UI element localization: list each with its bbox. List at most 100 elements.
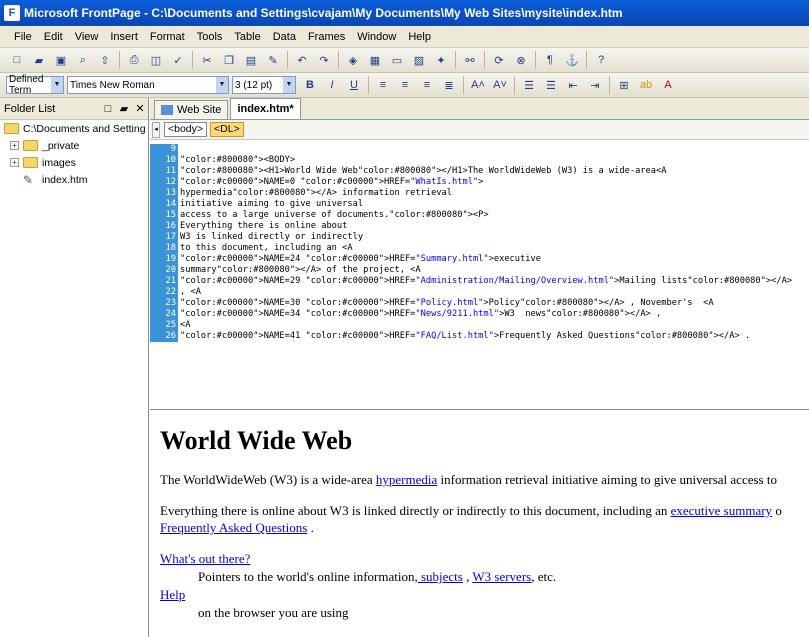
menu-table[interactable]: Table [228,29,266,45]
cut-icon[interactable]: ✂ [198,51,216,69]
bold-button[interactable]: B [301,76,319,94]
tree-item-index[interactable]: ✎ index.htm [0,171,148,188]
save-icon[interactable]: ▣ [52,51,70,69]
hyperlink-icon[interactable]: ⚯ [461,51,479,69]
link-w3-servers[interactable]: W3 servers [472,569,531,584]
align-right-icon[interactable]: ≡ [418,76,436,94]
insert-table-icon[interactable]: ▦ [366,51,384,69]
decrease-font-icon[interactable]: A˅ [491,76,509,94]
code-line[interactable]: 20 summary"color:#800080"></A> of the pro… [150,265,809,276]
preview-icon[interactable]: ◫ [147,51,165,69]
menu-edit[interactable]: Edit [38,29,69,45]
code-line[interactable]: 16 Everything there is online about [150,221,809,232]
increase-font-icon[interactable]: A˄ [469,76,487,94]
copy-icon[interactable]: ❐ [220,51,238,69]
code-line[interactable]: 11 "color:#800080"><H1>World Wide Web"col… [150,166,809,177]
menu-tools[interactable]: Tools [191,29,229,45]
chevron-left-icon[interactable]: ◂ [152,121,160,138]
new-page-icon[interactable]: □ [100,103,116,115]
expand-icon[interactable]: + [10,158,19,167]
redo-icon[interactable]: ↷ [315,51,333,69]
increase-indent-icon[interactable]: ⇥ [586,76,604,94]
search-icon[interactable]: ⌕ [74,51,92,69]
link-hypermedia[interactable]: hypermedia [376,472,437,487]
open-icon[interactable]: ▰ [30,51,48,69]
decrease-indent-icon[interactable]: ⇤ [564,76,582,94]
help-icon[interactable]: ? [592,51,610,69]
chevron-down-icon[interactable]: ▼ [51,77,63,93]
font-size-select[interactable]: 3 (12 pt) ▼ [232,76,296,94]
code-line[interactable]: 9 [150,144,809,155]
link-subjects[interactable]: subjects [418,569,463,584]
drawing-icon[interactable]: ✦ [432,51,450,69]
expand-icon[interactable]: + [10,141,19,150]
font-color-icon[interactable]: A [659,76,677,94]
menu-view[interactable]: View [69,29,105,45]
stop-icon[interactable]: ⊗ [512,51,530,69]
italic-button[interactable]: I [323,76,341,94]
close-icon[interactable]: ✕ [132,102,148,115]
chevron-down-icon[interactable]: ▼ [216,77,228,93]
tag-dl[interactable]: <DL> [210,122,244,137]
borders-icon[interactable]: ⊞ [615,76,633,94]
menu-insert[interactable]: Insert [104,29,144,45]
code-line[interactable]: 13 hypermedia"color:#800080"></A> informa… [150,188,809,199]
print-icon[interactable]: ⎙ [125,51,143,69]
insert-layer-icon[interactable]: ▭ [388,51,406,69]
code-line[interactable]: 22, <A [150,287,809,298]
code-line[interactable]: 14 initiative aiming to give universal [150,199,809,210]
show-all-icon[interactable]: ¶ [541,51,559,69]
publish-icon[interactable]: ⇧ [96,51,114,69]
font-select[interactable]: Times New Roman ▼ [67,76,229,94]
align-center-icon[interactable]: ≡ [396,76,414,94]
menu-help[interactable]: Help [402,29,437,45]
style-select[interactable]: Defined Term ▼ [6,74,64,96]
underline-button[interactable]: U [345,76,363,94]
code-line[interactable]: 15 access to a large universe of document… [150,210,809,221]
code-line[interactable]: 24 "color:#c00000">NAME=34 "color:#c00000… [150,309,809,320]
code-line[interactable]: 21 "color:#c00000">NAME=29 "color:#c00000… [150,276,809,287]
code-line[interactable]: 12 "color:#c00000">NAME=0 "color:#c00000"… [150,177,809,188]
code-view[interactable]: 9 10 "color:#800080"><BODY> 11 "color:#80008… [150,140,809,410]
tag-body[interactable]: <body> [164,122,208,137]
design-view[interactable]: World Wide Web The WorldWideWeb (W3) is … [150,410,809,622]
bullets-icon[interactable]: ☰ [542,76,560,94]
link-executive-summary[interactable]: executive summary [671,503,772,518]
highlight-icon[interactable]: ab [637,76,655,94]
insert-picture-icon[interactable]: ▨ [410,51,428,69]
menu-window[interactable]: Window [351,29,402,45]
menu-format[interactable]: Format [144,29,191,45]
code-line[interactable]: 26 "color:#c00000">NAME=41 "color:#c00000… [150,331,809,342]
code-line[interactable]: 10 "color:#800080"><BODY> [150,155,809,166]
layout-tables-icon[interactable]: ⚓ [563,51,581,69]
align-left-icon[interactable]: ≡ [374,76,392,94]
tree-item-images[interactable]: + images [0,154,148,171]
link-help[interactable]: Help [160,587,185,602]
tree-item-private[interactable]: + _private [0,137,148,154]
refresh-icon[interactable]: ⟳ [490,51,508,69]
menu-frames[interactable]: Frames [302,29,351,45]
spelling-icon[interactable]: ✓ [169,51,187,69]
code-line[interactable]: 19 "color:#c00000">NAME=24 "color:#c00000… [150,254,809,265]
new-page-icon[interactable]: □ [8,51,26,69]
paste-icon[interactable]: ▤ [242,51,260,69]
format-painter-icon[interactable]: ✎ [264,51,282,69]
code-line[interactable]: 23 "color:#c00000">NAME=30 "color:#c00000… [150,298,809,309]
code-line[interactable]: 18 to this document, including an <A [150,243,809,254]
link-whats-out-there[interactable]: What's out there? [160,551,250,566]
link-faq[interactable]: Frequently Asked Questions [160,520,307,535]
tree-item-root[interactable]: C:\Documents and Setting [0,120,148,137]
chevron-down-icon[interactable]: ▼ [283,77,295,93]
numbering-icon[interactable]: ☰ [520,76,538,94]
undo-icon[interactable]: ↶ [293,51,311,69]
justify-icon[interactable]: ≣ [440,76,458,94]
frontpage-app-icon[interactable]: F [4,5,20,21]
menu-data[interactable]: Data [267,29,302,45]
code-line[interactable]: 17 W3 is linked directly or indirectly [150,232,809,243]
code-line[interactable]: 25 <A [150,320,809,331]
web-component-icon[interactable]: ◈ [344,51,362,69]
tab-index-htm[interactable]: index.htm* [230,98,301,119]
menu-file[interactable]: File [8,29,38,45]
new-folder-icon[interactable]: ▰ [116,102,132,115]
tab-web-site[interactable]: Web Site [154,100,229,119]
